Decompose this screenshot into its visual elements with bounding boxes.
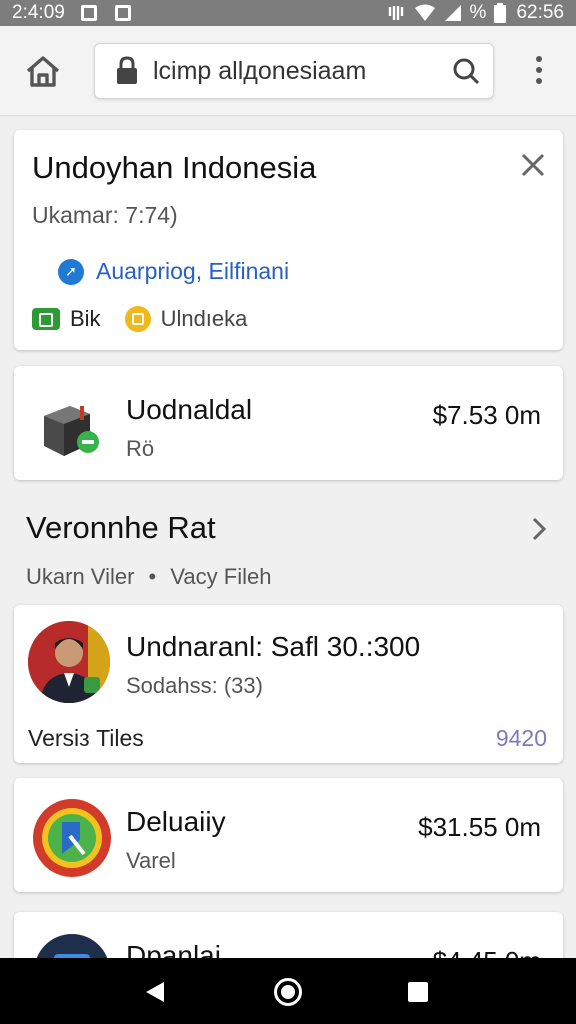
section-meta-left: Ukarn Viler bbox=[26, 564, 135, 589]
chevron-right-icon[interactable] bbox=[530, 516, 548, 542]
green-tag-icon bbox=[32, 308, 60, 330]
status-time: 2:4:09 bbox=[12, 2, 65, 23]
item-title: Deluaiiy bbox=[126, 806, 226, 837]
summary-card: Undoyhan Indonesia Ukamar: 7:74) ➚ Auarp… bbox=[14, 130, 563, 350]
item-subtitle: Rö bbox=[126, 436, 155, 461]
lock-icon bbox=[115, 56, 139, 86]
featured-title: Undnaranl: Safl 30.:300 bbox=[126, 631, 421, 662]
section-title: Veronnhe Rat bbox=[26, 510, 216, 545]
card-chips: Bik Ulndıeka bbox=[32, 306, 247, 332]
close-icon[interactable] bbox=[520, 152, 546, 178]
url-text[interactable]: lcimp allдonesiaam bbox=[153, 57, 451, 86]
search-icon[interactable] bbox=[451, 56, 481, 86]
system-navigation-bar bbox=[0, 958, 576, 1024]
featured-footer: Versiз Tiles bbox=[28, 725, 144, 751]
card-link[interactable]: ➚ Auarpriog, Eilfinani bbox=[58, 258, 289, 285]
item-price: $7.53 0m bbox=[432, 400, 541, 430]
home-button-icon[interactable] bbox=[274, 978, 302, 1006]
yellow-tag-icon bbox=[124, 306, 151, 332]
home-icon[interactable] bbox=[24, 54, 62, 88]
address-bar[interactable]: lcimp allдonesiaam bbox=[94, 43, 494, 99]
section-meta: Ukarn Viler • Vacy Fileh bbox=[26, 564, 271, 590]
chip-label[interactable]: Bik bbox=[70, 306, 101, 332]
section-header[interactable]: Veronnhe Rat Ukarn Viler • Vacy Fileh bbox=[26, 506, 550, 596]
app-logo-icon bbox=[32, 798, 112, 878]
item-title: Uodnaldal bbox=[126, 394, 253, 425]
list-item[interactable]: Uodnaldal Rö $7.53 0m bbox=[14, 366, 563, 480]
item-price: $31.55 0m bbox=[418, 812, 541, 842]
status-bar: 2:4:09 % 62:56 bbox=[0, 0, 576, 26]
battery-icon bbox=[494, 3, 507, 23]
featured-card[interactable]: Undnaranl: Safl 30.:300 Sodahss: (33) Ve… bbox=[14, 605, 563, 763]
item-subtitle: Varel bbox=[126, 848, 176, 873]
avatar bbox=[28, 621, 110, 703]
router-icon bbox=[32, 386, 112, 466]
overflow-menu-icon[interactable] bbox=[530, 56, 548, 88]
vibrate-icon bbox=[386, 4, 406, 22]
recent-apps-icon[interactable] bbox=[408, 982, 428, 1002]
wifi-icon bbox=[414, 4, 436, 22]
featured-count: 9420 bbox=[495, 725, 547, 751]
featured-subtitle: Sodahss: (33) bbox=[126, 673, 263, 698]
section-meta-right: Vacy Fileh bbox=[170, 564, 272, 589]
card-title: Undoyhan Indonesia bbox=[32, 150, 317, 185]
card-link-label: Auarpriog, Eilfinani bbox=[96, 258, 290, 284]
status-clock: 62:56 bbox=[516, 2, 564, 23]
card-subtitle: Ukamar: 7:74) bbox=[32, 202, 178, 228]
notification-icon-2 bbox=[114, 5, 131, 21]
navigation-icon: ➚ bbox=[58, 258, 84, 285]
signal-icon bbox=[444, 4, 462, 22]
notification-icon bbox=[80, 5, 97, 21]
browser-toolbar: lcimp allдonesiaam bbox=[0, 26, 576, 116]
list-item[interactable]: Deluaiiy Varel $31.55 0m bbox=[14, 778, 563, 892]
back-icon[interactable] bbox=[144, 980, 166, 1004]
battery-percent: % bbox=[469, 2, 487, 23]
chip-label[interactable]: Ulndıeka bbox=[161, 306, 248, 332]
separator-dot: • bbox=[148, 564, 157, 589]
